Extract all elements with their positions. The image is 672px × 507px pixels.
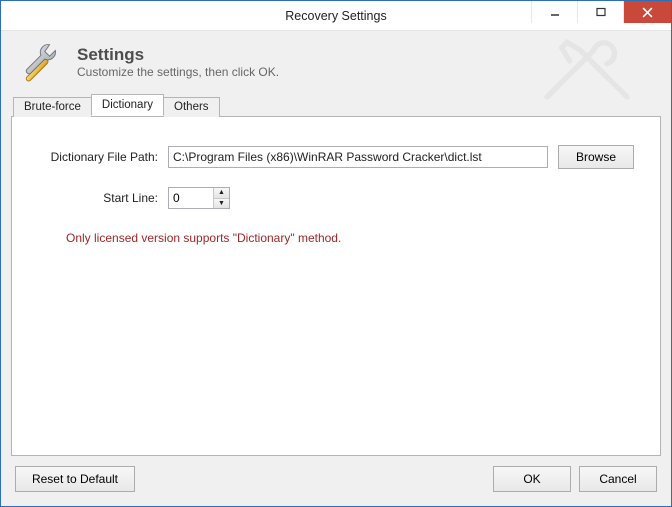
tab-dictionary[interactable]: Dictionary xyxy=(91,94,164,116)
close-button[interactable] xyxy=(623,1,671,23)
footer: Reset to Default OK Cancel xyxy=(11,456,661,496)
dictionary-path-input[interactable] xyxy=(168,146,548,168)
window-controls xyxy=(531,1,671,23)
maximize-button[interactable] xyxy=(577,1,623,23)
start-line-stepper[interactable]: ▲ ▼ xyxy=(168,187,230,209)
titlebar: Recovery Settings xyxy=(1,1,671,31)
row-dictionary-path: Dictionary File Path: Browse xyxy=(38,145,634,169)
window: Recovery Settings xyxy=(0,0,672,507)
start-line-input[interactable] xyxy=(169,188,213,208)
label-dictionary-path: Dictionary File Path: xyxy=(38,150,168,164)
license-note: Only licensed version supports "Dictiona… xyxy=(66,231,634,245)
tab-brute-force[interactable]: Brute-force xyxy=(13,97,92,117)
header: Settings Customize the settings, then cl… xyxy=(11,31,661,91)
spinner-buttons: ▲ ▼ xyxy=(213,188,229,208)
tab-others[interactable]: Others xyxy=(163,97,220,117)
window-title: Recovery Settings xyxy=(285,9,386,23)
reset-to-default-button[interactable]: Reset to Default xyxy=(15,466,135,492)
maximize-icon xyxy=(596,7,606,17)
ok-button[interactable]: OK xyxy=(493,466,571,492)
close-icon xyxy=(642,7,653,18)
tools-icon xyxy=(17,39,63,85)
dialog-body: Settings Customize the settings, then cl… xyxy=(1,31,671,506)
browse-button[interactable]: Browse xyxy=(558,145,634,169)
chevron-down-icon: ▼ xyxy=(218,200,225,207)
header-title: Settings xyxy=(77,45,279,65)
spinner-up-button[interactable]: ▲ xyxy=(214,188,229,199)
header-text: Settings Customize the settings, then cl… xyxy=(77,45,279,79)
spinner-down-button[interactable]: ▼ xyxy=(214,199,229,209)
label-start-line: Start Line: xyxy=(38,191,168,205)
tabstrip: Brute-force Dictionary Others xyxy=(11,93,661,116)
chevron-up-icon: ▲ xyxy=(218,189,225,196)
minimize-button[interactable] xyxy=(531,1,577,23)
tabpanel-dictionary: Dictionary File Path: Browse Start Line:… xyxy=(11,116,661,456)
minimize-icon xyxy=(550,7,560,17)
cancel-button[interactable]: Cancel xyxy=(579,466,657,492)
row-start-line: Start Line: ▲ ▼ xyxy=(38,187,634,209)
header-subtitle: Customize the settings, then click OK. xyxy=(77,65,279,79)
